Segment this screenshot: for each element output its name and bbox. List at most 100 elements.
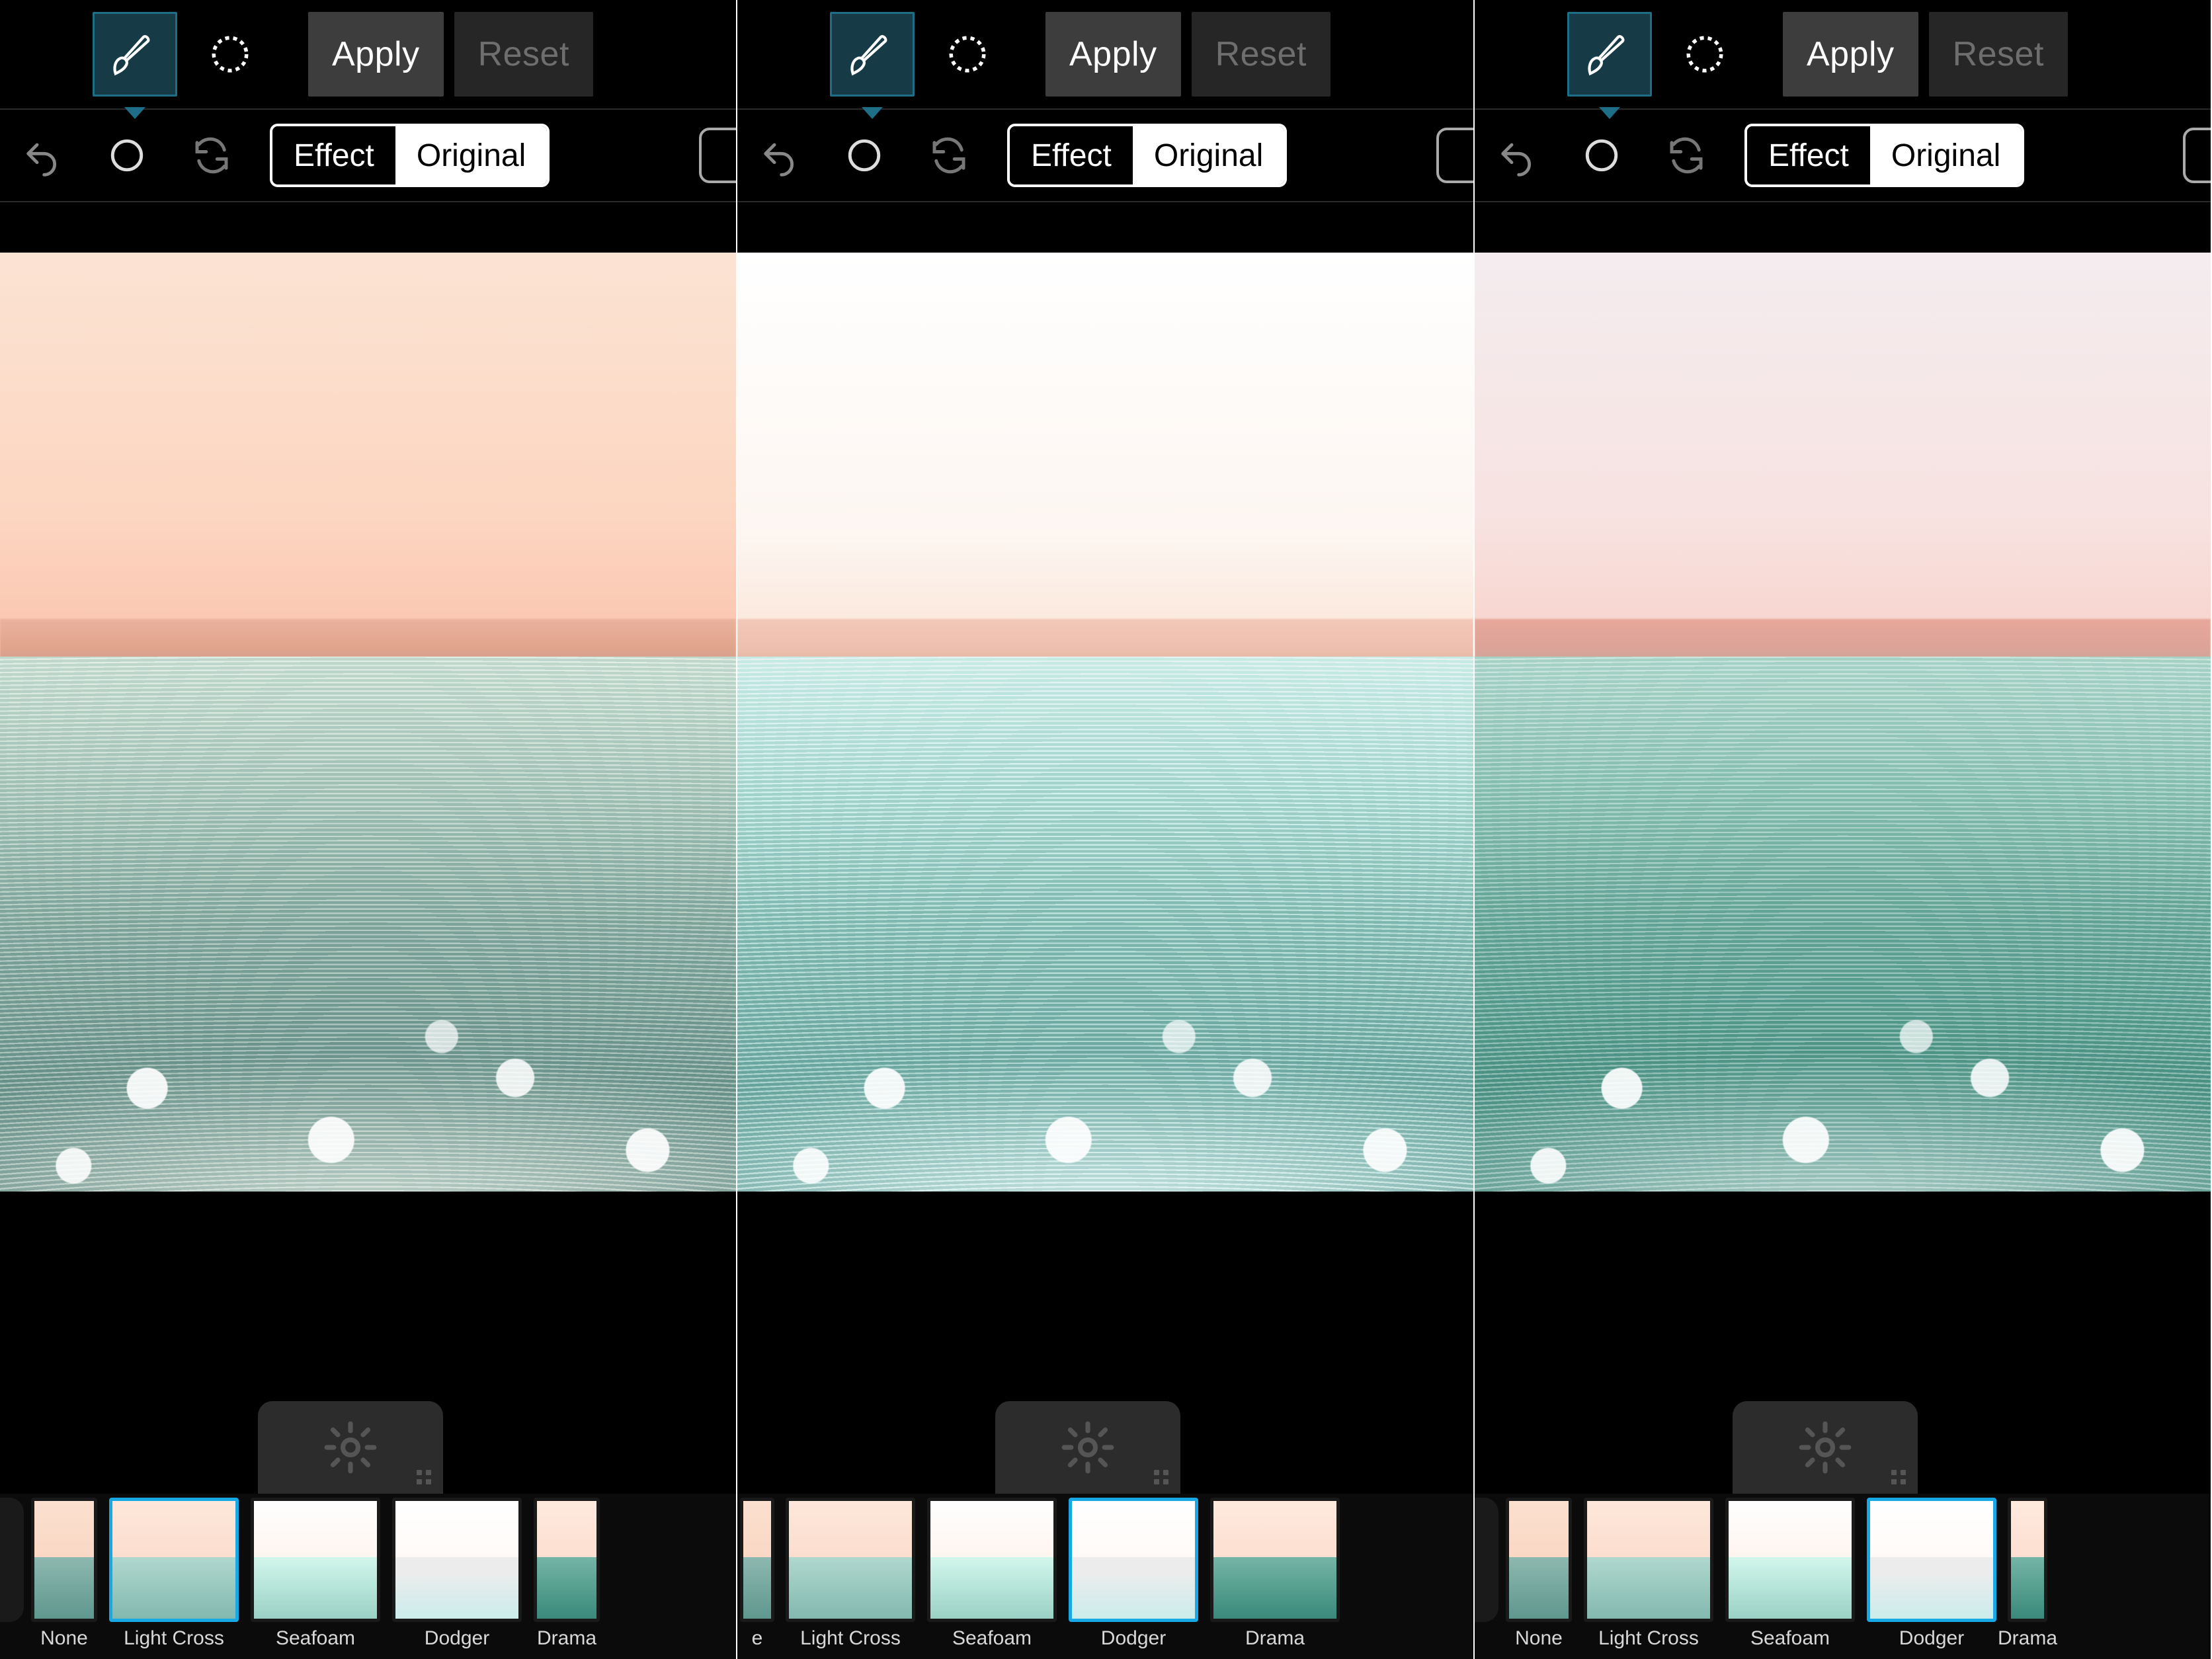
brush-tool[interactable]: [93, 12, 177, 97]
preview-foam: [737, 675, 1473, 1192]
drag-dots-icon: [1891, 1470, 1906, 1484]
filter-thumb-seafoam[interactable]: Seafoam: [1722, 1498, 1858, 1650]
apply-button[interactable]: Apply: [1045, 12, 1181, 97]
drag-dots-icon: [1154, 1470, 1168, 1484]
brush-icon: [1584, 28, 1635, 80]
filter-thumb-drama[interactable]: Drama: [1207, 1498, 1343, 1650]
image-canvas[interactable]: [737, 253, 1473, 1192]
filter-label: Dodger: [1899, 1627, 1964, 1650]
filter-thumb-light-cross[interactable]: Light Cross: [1580, 1498, 1717, 1650]
gear-icon: [1059, 1419, 1116, 1476]
toggle-effect[interactable]: Effect: [1010, 126, 1133, 184]
undo-button[interactable]: [753, 129, 806, 182]
brush-icon: [109, 28, 161, 80]
reset-button[interactable]: Reset: [1192, 12, 1331, 97]
refresh-button[interactable]: [1660, 129, 1713, 182]
reset-button[interactable]: Reset: [1929, 12, 2068, 97]
filter-thumb-dodger[interactable]: Dodger: [389, 1498, 525, 1650]
filter-thumb-none[interactable]: e: [737, 1498, 777, 1650]
vignette-tool[interactable]: [925, 12, 1010, 97]
apply-button[interactable]: Apply: [308, 12, 444, 97]
second-toolbar: Effect Original: [0, 110, 736, 202]
filter-label: Light Cross: [124, 1627, 224, 1650]
reset-button[interactable]: Reset: [454, 12, 593, 97]
brush-tool[interactable]: [830, 12, 915, 97]
toggle-effect[interactable]: Effect: [272, 126, 395, 184]
second-toolbar: Effect Original: [737, 110, 1473, 202]
drag-dots-icon: [417, 1470, 431, 1484]
top-toolbar: Apply Reset: [1475, 0, 2211, 110]
effect-original-toggle[interactable]: Effect Original: [1007, 124, 1287, 187]
vignette-icon: [1683, 32, 1727, 76]
filter-thumb-light-cross[interactable]: Light Cross: [782, 1498, 919, 1650]
filter-filmstrip[interactable]: e Light Cross Seafoam Dodger Drama: [737, 1494, 1473, 1659]
undo-icon: [21, 134, 63, 177]
settings-tab[interactable]: [1733, 1401, 1918, 1494]
undo-icon: [758, 134, 801, 177]
vignette-tool[interactable]: [188, 12, 272, 97]
brush-tool[interactable]: [1567, 12, 1652, 97]
filter-thumb-none[interactable]: None: [28, 1498, 101, 1650]
circle-icon: [845, 136, 883, 175]
filter-label: Drama: [537, 1627, 596, 1650]
crop-frame-button[interactable]: [2183, 128, 2212, 183]
settings-tab[interactable]: [258, 1401, 443, 1494]
filter-label: Seafoam: [1750, 1627, 1830, 1650]
undo-button[interactable]: [16, 129, 69, 182]
crop-frame-button[interactable]: [699, 128, 737, 183]
apply-button[interactable]: Apply: [1783, 12, 1918, 97]
filmstrip-left-handle[interactable]: [1475, 1498, 1498, 1622]
filter-label: Dodger: [1101, 1627, 1166, 1650]
bottom-gap: [737, 1192, 1473, 1494]
refresh-icon: [927, 134, 971, 177]
gear-icon: [1797, 1419, 1854, 1476]
toggle-original[interactable]: Original: [395, 126, 547, 184]
filter-thumb-seafoam[interactable]: Seafoam: [247, 1498, 384, 1650]
filter-label: Dodger: [425, 1627, 489, 1650]
shape-circle-button[interactable]: [1575, 129, 1628, 182]
toggle-original[interactable]: Original: [1133, 126, 1284, 184]
brush-pointer-icon: [1599, 107, 1620, 119]
effect-original-toggle[interactable]: Effect Original: [270, 124, 550, 187]
vignette-icon: [946, 32, 989, 76]
gear-icon: [322, 1419, 379, 1476]
shape-circle-button[interactable]: [101, 129, 153, 182]
image-canvas[interactable]: [1475, 253, 2211, 1192]
toggle-effect[interactable]: Effect: [1747, 126, 1870, 184]
filter-thumb-light-cross[interactable]: Light Cross: [106, 1498, 242, 1650]
filter-thumb-dodger[interactable]: Dodger: [1065, 1498, 1202, 1650]
shape-circle-button[interactable]: [838, 129, 891, 182]
editor-panel-1: Apply Reset Effect Original: [0, 0, 737, 1659]
effect-original-toggle[interactable]: Effect Original: [1744, 124, 2024, 187]
filter-label: Drama: [1245, 1627, 1305, 1650]
bottom-gap: [0, 1192, 736, 1494]
refresh-button[interactable]: [922, 129, 975, 182]
vignette-icon: [208, 32, 252, 76]
preview-foam: [1475, 675, 2211, 1192]
filter-label: None: [1515, 1627, 1563, 1650]
brush-icon: [846, 28, 898, 80]
top-toolbar: Apply Reset: [737, 0, 1473, 110]
filter-thumb-none[interactable]: None: [1502, 1498, 1575, 1650]
bottom-gap: [1475, 1192, 2211, 1494]
toggle-original[interactable]: Original: [1870, 126, 2022, 184]
filter-thumb-drama[interactable]: Drama: [530, 1498, 603, 1650]
editor-panel-3: Apply Reset Effect Original None Ligh: [1475, 0, 2212, 1659]
filmstrip-left-handle[interactable]: [0, 1498, 24, 1622]
crop-frame-button[interactable]: [1436, 128, 1475, 183]
refresh-button[interactable]: [185, 129, 238, 182]
settings-tab[interactable]: [995, 1401, 1180, 1494]
filter-filmstrip[interactable]: None Light Cross Seafoam Dodger Drama: [0, 1494, 736, 1659]
editor-panel-2: Apply Reset Effect Original e Light Cros…: [737, 0, 1475, 1659]
spacer: [0, 202, 736, 253]
filter-label: Drama: [1998, 1627, 2057, 1650]
filter-thumb-seafoam[interactable]: Seafoam: [924, 1498, 1060, 1650]
filter-label: e: [752, 1627, 763, 1650]
vignette-tool[interactable]: [1662, 12, 1747, 97]
image-canvas[interactable]: [0, 253, 736, 1192]
filter-filmstrip[interactable]: None Light Cross Seafoam Dodger Drama: [1475, 1494, 2211, 1659]
filter-thumb-dodger[interactable]: Dodger: [1864, 1498, 2000, 1650]
filter-thumb-drama[interactable]: Drama: [2005, 1498, 2050, 1650]
undo-button[interactable]: [1491, 129, 1543, 182]
filter-label: Light Cross: [1598, 1627, 1699, 1650]
